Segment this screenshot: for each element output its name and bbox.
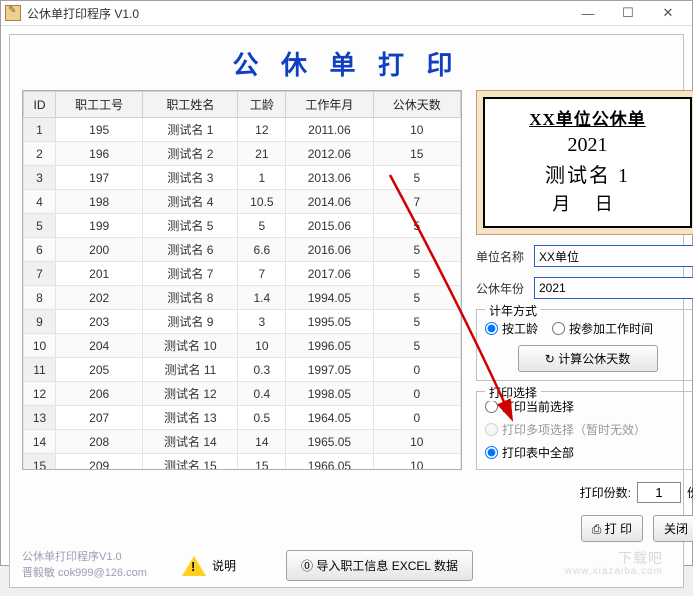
table-row[interactable]: 9203测试名 931995.055 — [24, 310, 461, 334]
radio-print-all[interactable]: 打印表中全部 — [485, 444, 690, 461]
preview-card: XX单位公休单 2021 测试名 1 月 日 — [476, 90, 693, 235]
card-year: 2021 — [489, 134, 686, 157]
app-icon — [5, 5, 21, 21]
card-name: 测试名 1 — [489, 159, 686, 188]
copies-unit: 份 — [687, 484, 693, 501]
table-row[interactable]: 15209测试名 15151966.0510 — [24, 454, 461, 471]
data-grid[interactable]: ID职工工号职工姓名工龄工作年月公休天数 1195测试名 1122011.061… — [22, 90, 462, 470]
app-window: 公休单打印程序 V1.0 — ☐ ✕ 公 休 单 打 印 ID职工工号职工姓名工… — [0, 0, 693, 566]
radio-by-age[interactable]: 按工龄 — [485, 320, 538, 337]
table-row[interactable]: 11205测试名 110.31997.050 — [24, 358, 461, 382]
table-row[interactable]: 3197测试名 312013.065 — [24, 166, 461, 190]
col-header[interactable]: 职工工号 — [56, 92, 143, 118]
unit-label: 单位名称 — [476, 248, 528, 265]
table-row[interactable]: 7201测试名 772017.065 — [24, 262, 461, 286]
table-row[interactable]: 14208测试名 14141965.0510 — [24, 430, 461, 454]
refresh-icon: ↻ — [545, 352, 555, 366]
close-button[interactable]: ✕ — [648, 1, 688, 25]
close-panel-button[interactable]: 关闭 — [653, 515, 693, 542]
card-title: XX单位公休单 — [489, 105, 686, 130]
col-header[interactable]: ID — [24, 92, 56, 118]
col-header[interactable]: 工龄 — [238, 92, 286, 118]
calc-legend: 计年方式 — [485, 302, 541, 319]
table-row[interactable]: 12206测试名 120.41998.050 — [24, 382, 461, 406]
radio-by-date[interactable]: 按参加工作时间 — [552, 320, 653, 337]
print-select-fieldset: 打印选择 打印当前选择 打印多项选择（暂时无效） 打印表中全部 — [476, 391, 693, 470]
titlebar[interactable]: 公休单打印程序 V1.0 — ☐ ✕ — [1, 1, 692, 26]
table-row[interactable]: 6200测试名 66.62016.065 — [24, 238, 461, 262]
minimize-button[interactable]: — — [568, 1, 608, 25]
print-icon: ⎙ — [592, 522, 602, 536]
table-row[interactable]: 13207测试名 130.51964.050 — [24, 406, 461, 430]
calc-fieldset: 计年方式 按工龄 按参加工作时间 ↻ 计算公休天数 — [476, 309, 693, 381]
table-row[interactable]: 2196测试名 2212012.0615 — [24, 142, 461, 166]
col-header[interactable]: 公休天数 — [373, 92, 460, 118]
year-input[interactable] — [534, 277, 693, 299]
table-row[interactable]: 8202测试名 81.41994.055 — [24, 286, 461, 310]
year-label: 公休年份 — [476, 280, 528, 297]
copies-input[interactable] — [637, 482, 681, 503]
col-header[interactable]: 工作年月 — [286, 92, 373, 118]
card-date: 月 日 — [489, 190, 686, 216]
main-panel: 公 休 单 打 印 ID职工工号职工姓名工龄工作年月公休天数 1195测试名 1… — [9, 34, 684, 588]
table-row[interactable]: 1195测试名 1122011.0610 — [24, 118, 461, 142]
table-row[interactable]: 10204测试名 10101996.055 — [24, 334, 461, 358]
import-icon: ⓪ — [301, 559, 313, 573]
table-row[interactable]: 5199测试名 552015.065 — [24, 214, 461, 238]
unit-input[interactable] — [534, 245, 693, 267]
col-header[interactable]: 职工姓名 — [143, 92, 238, 118]
print-select-legend: 打印选择 — [485, 384, 541, 401]
maximize-button[interactable]: ☐ — [608, 1, 648, 25]
table-row[interactable]: 4198测试名 410.52014.067 — [24, 190, 461, 214]
radio-print-multi: 打印多项选择（暂时无效） — [485, 421, 690, 438]
calc-button[interactable]: ↻ 计算公休天数 — [518, 345, 658, 372]
page-title: 公 休 单 打 印 — [22, 45, 671, 82]
copies-label: 打印份数: — [580, 484, 631, 501]
print-button[interactable]: ⎙ 打 印 — [581, 515, 643, 542]
window-title: 公休单打印程序 V1.0 — [27, 5, 568, 22]
